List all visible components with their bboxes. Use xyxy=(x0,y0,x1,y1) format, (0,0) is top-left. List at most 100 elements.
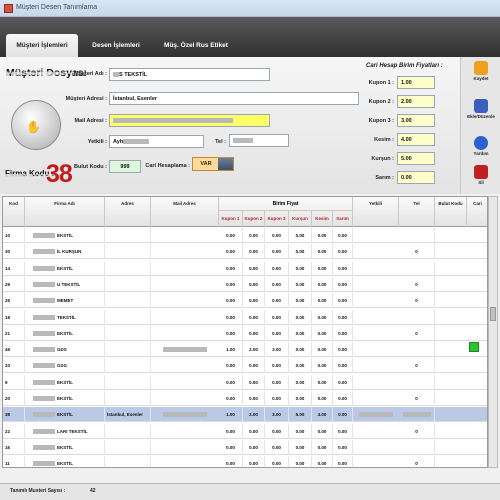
sarim-field[interactable]: 0.00 xyxy=(397,171,435,184)
bulut-kodu-field[interactable]: 999 xyxy=(109,160,141,173)
cell-k2: 0.00 xyxy=(243,439,265,455)
tab-desen-islemleri[interactable]: Desen İşlemleri xyxy=(84,34,148,57)
kaydet-button[interactable]: Kaydet xyxy=(465,59,497,89)
col-mail-adres[interactable]: Mail Adres xyxy=(151,197,219,227)
col-yetkili[interactable]: Yetkili xyxy=(353,197,399,227)
cell-ke: 4.00 xyxy=(312,407,333,423)
table-header: Kod Firma Adı Adres Mail Adres Birim Fiy… xyxy=(3,197,487,227)
table-row[interactable]: 10 EKSTİL 0.00 0.00 0.00 0.00 0.00 0.00 xyxy=(3,228,487,243)
cell-firma: EKSTİL xyxy=(57,439,105,455)
customer-table: Kod Firma Adı Adres Mail Adres Birim Fiy… xyxy=(2,196,488,468)
cell-adres xyxy=(107,325,151,341)
table-row[interactable]: 29 U TEKSTİL 0.00 0.00 0.00 0.00 0.00 0.00 0 xyxy=(3,276,487,292)
sarim-label: Sarım : xyxy=(375,175,394,181)
yardim-button[interactable]: Yardım xyxy=(465,134,497,164)
table-row[interactable]: 16 EKSTİL 0.00 0.00 0.00 0.00 0.00 0.00 xyxy=(3,439,487,455)
table-row[interactable]: 26 MEMET 0.00 0.00 0.00 0.00 0.00 0.00 0 xyxy=(3,293,487,309)
kupon3-field[interactable]: 3.00 xyxy=(397,114,435,127)
yetkili-field[interactable]: Ayh xyxy=(109,135,204,148)
redacted-text xyxy=(33,444,55,450)
cell-firma: TEKSTİL xyxy=(57,309,105,325)
sil-button[interactable]: Sil xyxy=(465,163,497,193)
cell-ku: 0.00 xyxy=(289,293,312,309)
cell-k3: 0.00 xyxy=(265,309,289,325)
musteri-adresi-field[interactable]: İstanbul, Esenler xyxy=(109,92,359,105)
col-adres[interactable]: Adres xyxy=(105,197,151,227)
cell-ku: 0.00 xyxy=(289,260,312,276)
cell-ku: 0.00 xyxy=(289,439,312,455)
kupon2-field[interactable]: 2.00 xyxy=(397,95,435,108)
cell-adres xyxy=(107,374,151,390)
mail-adresi-field[interactable] xyxy=(109,114,270,127)
cell-tel: 0 xyxy=(399,276,435,292)
col-kesim[interactable]: Kesim xyxy=(312,211,333,227)
cell-kod: 29 xyxy=(5,276,25,292)
cell-k2: 0.00 xyxy=(243,358,265,374)
cell-k1: 0.00 xyxy=(219,260,243,276)
col-tel[interactable]: Tel xyxy=(399,197,435,227)
cell-ku: 0.00 xyxy=(289,456,312,467)
kupon1-field[interactable]: 1.00 xyxy=(397,76,435,89)
vertical-scrollbar[interactable] xyxy=(488,196,498,468)
table-row[interactable]: 14 EKSTİL 0.00 0.00 0.00 0.00 0.00 0.00 xyxy=(3,260,487,276)
cell-k1: 0.00 xyxy=(219,276,243,292)
col-bulut-kodu[interactable]: Bulut Kodu xyxy=(435,197,467,227)
cell-k3: 0.00 xyxy=(265,423,289,439)
cell-sa: 0.00 xyxy=(333,456,353,467)
ekle-duzenle-button[interactable]: Ekle/Düzenle xyxy=(465,97,497,127)
cell-kod: 30 xyxy=(5,244,25,260)
cell-ku: 5.00 xyxy=(289,407,312,423)
musteri-adi-field[interactable]: S TEKSTİL xyxy=(109,68,270,81)
tab-bar: Müşteri İşlemleri Desen İşlemleri Müş. Ö… xyxy=(0,17,500,57)
table-row[interactable]: 38 EKSTİL İstanbul, Esenler 1.00 2.00 3.00 5.0… xyxy=(3,407,487,423)
cell-kod: 14 xyxy=(5,260,25,276)
kupon2-label: Kupon 2 : xyxy=(368,99,394,105)
tab-ozel-rus-etiket[interactable]: Müş. Özel Rus Etiket xyxy=(154,34,238,57)
window-titlebar: Müşteri Desen Tanımlama xyxy=(0,0,500,17)
kesim-field[interactable]: 4.00 xyxy=(397,133,435,146)
col-cari[interactable]: Cari xyxy=(467,197,487,227)
col-kupon1[interactable]: Kupon 1 xyxy=(219,211,243,227)
table-row[interactable]: 22 LARI TEKSTİL 0.00 0.00 0.00 0.00 0.00 0.00 0 xyxy=(3,423,487,439)
table-row[interactable]: 33 GSG 0.00 0.00 0.00 0.00 0.00 0.00 0 xyxy=(3,358,487,374)
col-kursun[interactable]: Kurşun xyxy=(289,211,312,227)
col-sarim[interactable]: Sarım xyxy=(333,211,353,227)
cell-k3: 0.00 xyxy=(265,260,289,276)
table-row[interactable]: 9 EKSTİL 0.00 0.00 0.00 0.00 0.00 0.00 xyxy=(3,374,487,390)
cell-ku: 0.00 xyxy=(289,276,312,292)
table-row[interactable]: 20 EKSTİL 0.00 0.00 0.00 0.00 0.00 0.00 0 xyxy=(3,391,487,406)
cell-kod: 16 xyxy=(5,439,25,455)
table-row[interactable]: 21 EKSTİL 0.00 0.00 0.00 0.00 0.00 0.00 0 xyxy=(3,325,487,341)
tab-musteri-islemleri[interactable]: Müşteri İşlemleri xyxy=(6,34,78,57)
table-row[interactable]: 46 GDS 1.00 2.00 3.00 0.00 0.00 0.00 xyxy=(3,342,487,358)
redacted-text xyxy=(33,396,55,401)
table-row[interactable]: 11 EKSTİL 0.00 0.00 0.00 0.00 0.00 0.00 0 xyxy=(3,456,487,467)
cell-adres xyxy=(107,309,151,325)
cell-k2: 0.00 xyxy=(243,228,265,243)
kursun-field[interactable]: 5.00 xyxy=(397,152,435,165)
table-row[interactable]: 30 İL KURŞUN 0.00 0.00 0.00 0.00 0.00 0.00 0 xyxy=(3,244,487,260)
cell-kod: 26 xyxy=(5,293,25,309)
tel-field[interactable] xyxy=(229,134,289,147)
cell-ke: 0.00 xyxy=(312,276,333,292)
cari-hesaplama-label: Cari Hesaplama : xyxy=(145,163,190,169)
col-kupon3[interactable]: Kupon 3 xyxy=(265,211,289,227)
col-kupon2[interactable]: Kupon 2 xyxy=(243,211,265,227)
cell-ku: 0.00 xyxy=(289,228,312,243)
cell-kod: 21 xyxy=(5,325,25,341)
musteri-adi-label: Müşteri Adı : xyxy=(73,71,107,77)
cell-sa: 0.00 xyxy=(333,309,353,325)
table-row[interactable]: 18 TEKSTİL 0.00 0.00 0.00 0.00 0.00 0.00 xyxy=(3,309,487,325)
cari-hesap-title: Cari Hesap Birim Fiyatları : xyxy=(366,63,443,69)
cari-hesaplama-toggle[interactable]: VAR xyxy=(192,157,234,171)
cell-k3: 0.00 xyxy=(265,325,289,341)
scrollbar-thumb[interactable] xyxy=(490,307,496,321)
redacted-text xyxy=(33,412,55,418)
cell-tel: 0 xyxy=(399,423,435,439)
cell-k1: 0.00 xyxy=(219,228,243,243)
cell-kod: 46 xyxy=(5,342,25,358)
cari-indicator-button[interactable] xyxy=(469,342,479,352)
cell-ku: 0.00 xyxy=(289,244,312,260)
col-firma-adi[interactable]: Firma Adı xyxy=(25,197,105,227)
col-kod[interactable]: Kod xyxy=(3,197,25,227)
